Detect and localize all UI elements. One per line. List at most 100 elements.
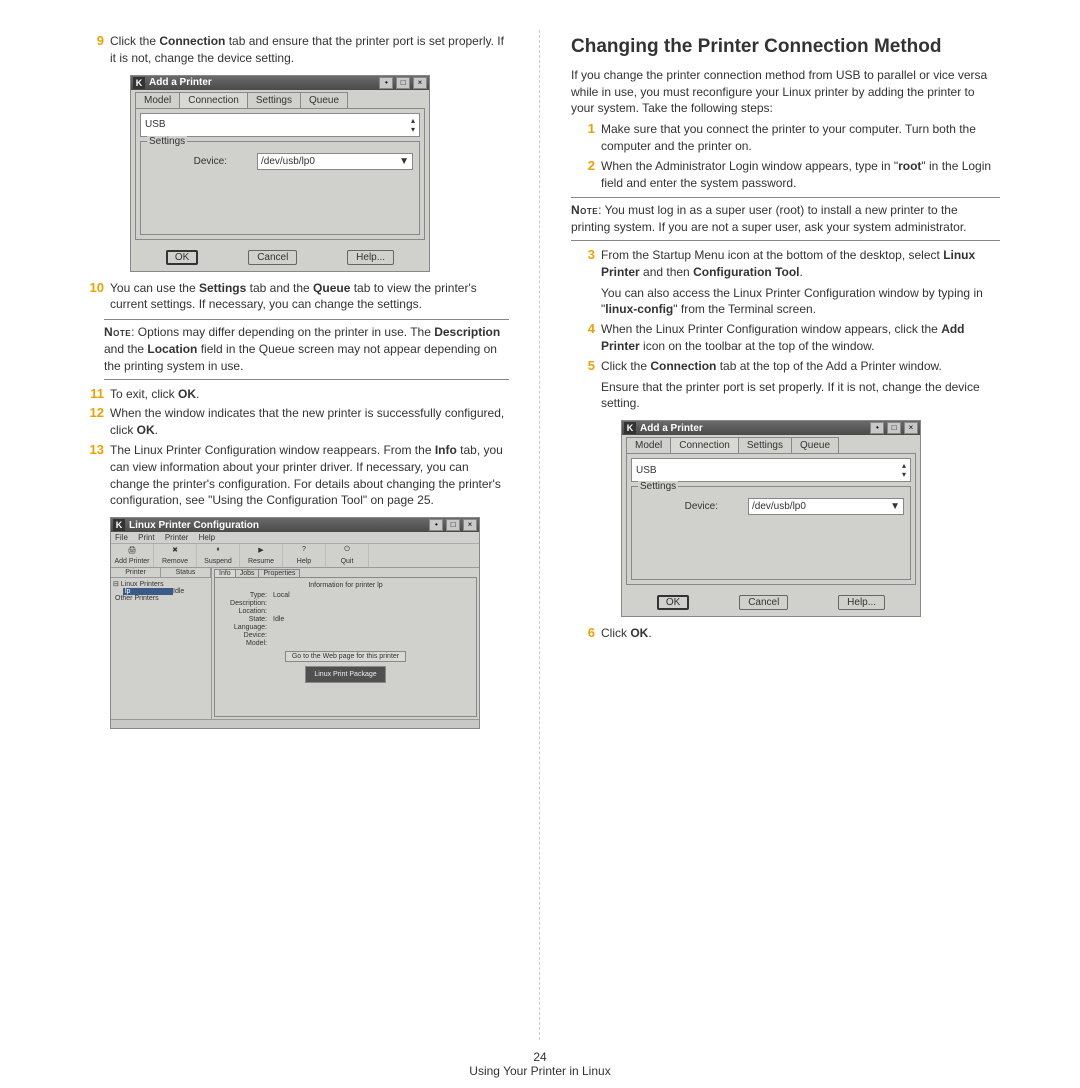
quit-icon: ⏻ [326,546,368,558]
tab-panel: USB ▴▾ Settings Device: /dev/usb/lp0 ▼ [626,453,916,585]
group-label: Settings [147,136,187,147]
dialog-add-printer: K Add a Printer • □ × Model Connection S… [130,75,430,272]
tab-info[interactable]: Info [214,569,236,577]
tree-node-lp[interactable]: lp [123,588,173,595]
device-label: Device: [147,156,257,167]
maximize-icon[interactable]: □ [887,422,901,434]
step-text: Make sure that you connect the printer t… [601,121,1000,155]
k-menu-icon: K [133,77,145,89]
help-button[interactable]: Help... [838,595,885,610]
port-combo[interactable]: USB ▴▾ [140,113,420,137]
tb-resume[interactable]: ▶Resume [240,544,283,567]
left-column: 9 Click the Connection tab and ensure th… [50,30,539,1040]
intro-paragraph: If you change the printer connection met… [571,67,1000,117]
step-number: 12 [80,405,110,439]
minimize-icon[interactable]: • [379,77,393,89]
note-box: Note: Options may differ depending on th… [104,319,509,379]
figure-add-printer-dialog-2: K Add a Printer • □ × Model Connection S… [621,420,921,617]
step-text: To exit, click OK. [110,386,509,403]
status-bar [111,719,479,728]
menu-help[interactable]: Help [199,533,215,542]
web-page-button[interactable]: Go to the Web page for this printer [285,651,406,662]
step-2: 2 When the Administrator Login window ap… [571,158,1000,192]
title-bar: K Linux Printer Configuration • □ × [111,518,479,532]
info-row: Type:Local [219,591,472,599]
cancel-button[interactable]: Cancel [248,250,297,265]
step-9: 9 Click the Connection tab and ensure th… [80,33,509,67]
step-number: 5 [571,358,601,412]
page-number: 24 [0,1050,1080,1064]
menu-print[interactable]: Print [138,533,154,542]
step-3: 3 From the Startup Menu icon at the bott… [571,247,1000,318]
step-10: 10 You can use the Settings tab and the … [80,280,509,314]
note-label: Note [571,203,598,217]
ok-button[interactable]: OK [657,595,689,610]
step-number: 4 [571,321,601,355]
info-label: Type: [219,592,273,599]
chevron-down-icon: ▼ [399,156,409,167]
step-text: When the window indicates that the new p… [110,405,509,439]
col-printer: Printer [111,568,161,577]
step-1: 1 Make sure that you connect the printer… [571,121,1000,155]
info-row: Location: [219,607,472,615]
menu-file[interactable]: File [115,533,128,542]
step-text: When the Linux Printer Configuration win… [601,321,1000,355]
help-icon: ? [283,546,325,558]
tab-model[interactable]: Model [135,92,180,108]
ok-button[interactable]: OK [166,250,198,265]
settings-group: Settings Device: /dev/usb/lp0 ▼ [631,486,911,580]
window-title: Add a Printer [640,423,703,434]
step-13: 13 The Linux Printer Configuration windo… [80,442,509,509]
tab-properties[interactable]: Properties [258,569,300,577]
right-column: Changing the Printer Connection Method I… [541,30,1030,1040]
tab-connection[interactable]: Connection [179,92,248,108]
info-pane: Info Jobs Properties Information for pri… [212,568,479,719]
spinner-icon: ▴▾ [902,461,906,479]
tb-help[interactable]: ?Help [283,544,326,567]
tab-jobs[interactable]: Jobs [235,569,260,577]
tree-node-linux[interactable]: ⊟ Linux Printers [113,580,209,588]
tab-settings[interactable]: Settings [247,92,301,108]
tb-add-printer[interactable]: 🖨Add Printer [111,544,154,567]
info-label: Location: [219,608,273,615]
minimize-icon[interactable]: • [429,519,443,531]
info-title: Information for printer lp [219,582,472,589]
step-number: 9 [80,33,110,67]
info-row: Description: [219,599,472,607]
close-icon[interactable]: × [904,422,918,434]
menu-printer[interactable]: Printer [165,533,189,542]
step-11: 11 To exit, click OK. [80,386,509,403]
tree-node-other[interactable]: Other Printers [113,595,209,602]
page-footer: 24 Using Your Printer in Linux [0,1040,1080,1088]
col-status: Status [161,568,211,577]
step-4: 4 When the Linux Printer Configuration w… [571,321,1000,355]
tb-quit[interactable]: ⏻Quit [326,544,369,567]
info-row: State:Idle [219,615,472,623]
toolbar: 🖨Add Printer ✖Remove ⏸Suspend ▶Resume ?H… [111,544,479,568]
cancel-button[interactable]: Cancel [739,595,788,610]
tb-suspend[interactable]: ⏸Suspend [197,544,240,567]
minimize-icon[interactable]: • [870,422,884,434]
device-combo[interactable]: /dev/usb/lp0 ▼ [748,498,904,515]
title-bar: K Add a Printer • □ × [622,421,920,435]
maximize-icon[interactable]: □ [446,519,460,531]
note-box: Note: You must log in as a super user (r… [571,197,1000,241]
figure-printer-config: K Linux Printer Configuration • □ × File… [110,517,480,729]
window-title: Add a Printer [149,77,212,88]
note-label: Note [104,325,131,339]
tab-model[interactable]: Model [626,437,671,453]
close-icon[interactable]: × [413,77,427,89]
tab-settings[interactable]: Settings [738,437,792,453]
tab-queue[interactable]: Queue [791,437,839,453]
close-icon[interactable]: × [463,519,477,531]
device-combo[interactable]: /dev/usb/lp0 ▼ [257,153,413,170]
maximize-icon[interactable]: □ [396,77,410,89]
port-combo[interactable]: USB ▴▾ [631,458,911,482]
tab-queue[interactable]: Queue [300,92,348,108]
linux-print-logo: Linux Print Package [305,666,385,683]
info-label: Device: [219,632,273,639]
figure-add-printer-dialog: K Add a Printer • □ × Model Connection S… [130,75,430,272]
help-button[interactable]: Help... [347,250,394,265]
tab-connection[interactable]: Connection [670,437,739,453]
tb-remove[interactable]: ✖Remove [154,544,197,567]
